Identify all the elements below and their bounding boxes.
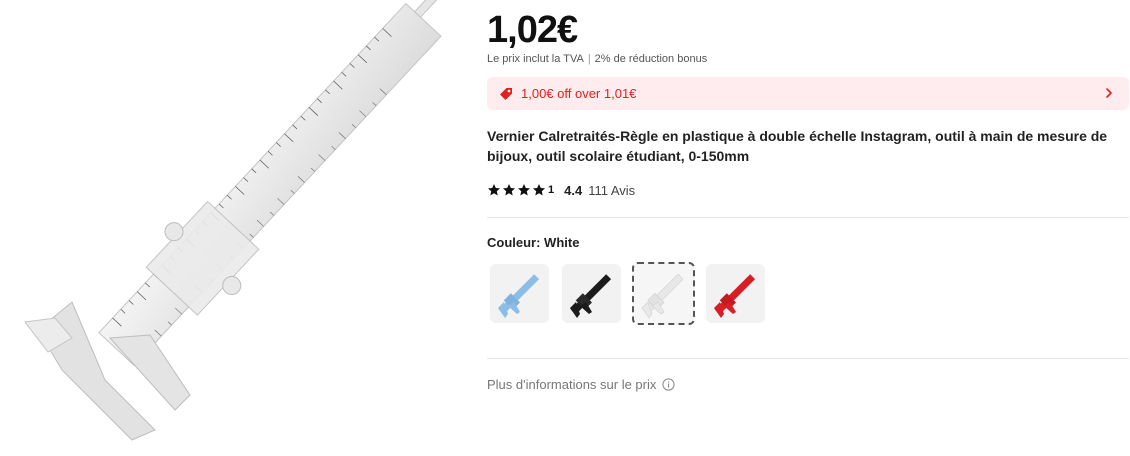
tax-line: Le prix inclut la TVA | 2% de réduction bo… bbox=[487, 53, 707, 65]
reviews-count: 111 Avis bbox=[588, 182, 636, 198]
caliper-thumbnail bbox=[498, 274, 540, 318]
product-image[interactable] bbox=[0, 0, 465, 456]
rating-row[interactable]: 1 4.4 111 Avis bbox=[487, 180, 635, 200]
separator: | bbox=[587, 53, 591, 65]
tax-note: Le prix inclut la TVA bbox=[487, 53, 584, 65]
star-icon bbox=[518, 184, 530, 196]
rating-stars: 1 bbox=[487, 183, 554, 197]
color-swatches bbox=[487, 262, 787, 326]
star-partial: 1 bbox=[548, 184, 555, 196]
caliper-thumbnail bbox=[641, 273, 684, 319]
caliper-thumbnail bbox=[714, 274, 756, 318]
color-swatch-blue[interactable] bbox=[490, 264, 549, 323]
price-info-link[interactable]: Plus d'informations sur le prix bbox=[487, 377, 675, 392]
star-icon bbox=[503, 184, 515, 196]
promo-banner[interactable]: 1,00€ off over 1,01€ bbox=[487, 77, 1129, 110]
caliper-image bbox=[24, 0, 442, 441]
star-icon bbox=[533, 184, 545, 196]
chevron-right-icon bbox=[1106, 88, 1112, 98]
promo-text: 1,00€ off over 1,01€ bbox=[521, 86, 637, 101]
color-swatch-red[interactable] bbox=[706, 264, 765, 323]
info-circle-icon bbox=[662, 378, 675, 391]
divider bbox=[487, 358, 1129, 359]
product-info-panel: 1,02€ Le prix inclut la TVA | 2% de réduct… bbox=[487, 0, 1130, 456]
rating-value: 4.4 bbox=[564, 182, 583, 198]
caliper-thumbnail bbox=[570, 274, 612, 318]
bonus-note: 2% de réduction bonus bbox=[594, 53, 708, 65]
color-label: Couleur: White bbox=[487, 235, 580, 250]
color-swatch-white[interactable] bbox=[632, 262, 695, 325]
product-title: Vernier Calretraités-Règle en plastique … bbox=[487, 128, 1108, 164]
color-swatch-black[interactable] bbox=[562, 264, 621, 323]
divider bbox=[487, 217, 1129, 218]
price: 1,02€ bbox=[487, 9, 578, 51]
star-icon bbox=[488, 184, 500, 196]
price-tag-icon bbox=[500, 87, 512, 100]
price-info-label: Plus d'informations sur le prix bbox=[487, 377, 657, 392]
